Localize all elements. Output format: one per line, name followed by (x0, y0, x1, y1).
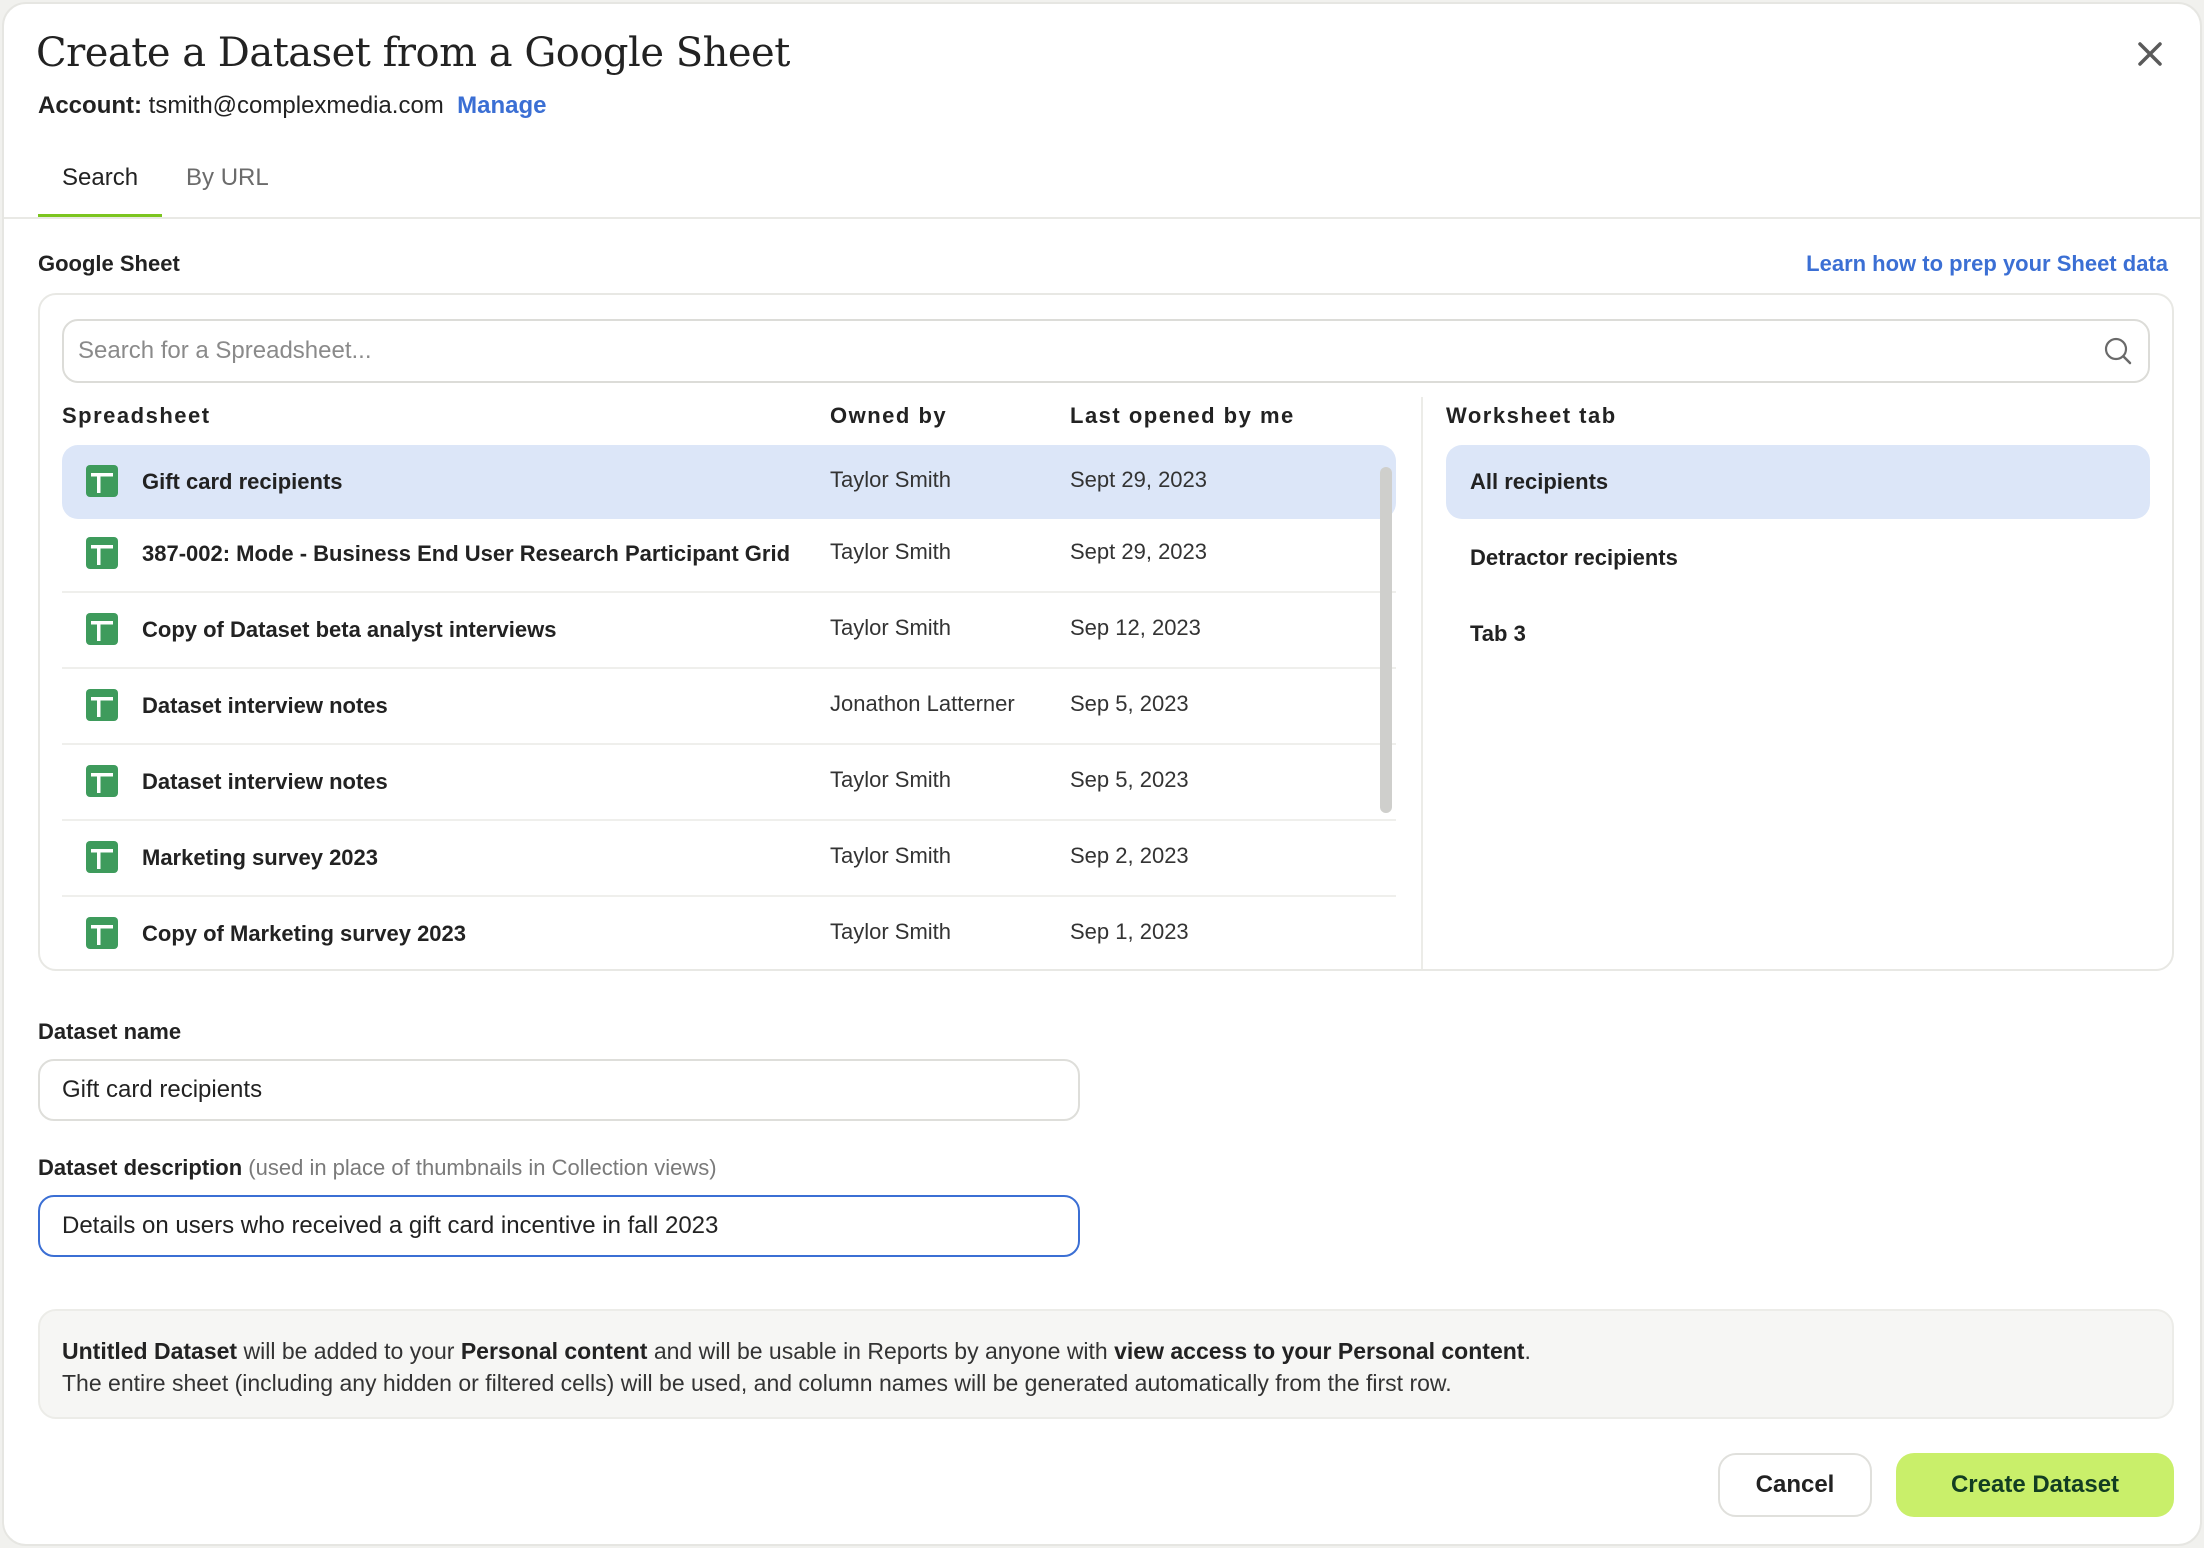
spreadsheet-last-opened: Sep 1, 2023 (1070, 919, 1189, 944)
column-header-worksheet-tab: Worksheet tab (1446, 403, 1617, 428)
spreadsheet-name: Copy of Marketing survey 2023 (142, 921, 467, 946)
dataset-description-input[interactable] (40, 1197, 1078, 1255)
description-label-text: Dataset description (38, 1155, 243, 1180)
spreadsheet-row[interactable]: Copy of Dataset beta analyst interviews T… (62, 593, 1396, 669)
info-emphasis: Untitled Dataset (62, 1338, 238, 1364)
spreadsheet-list-scrollbar[interactable] (1380, 467, 1392, 813)
dataset-name-field[interactable] (38, 1059, 1080, 1121)
spreadsheet-row[interactable]: Dataset interview notes Taylor Smith Sep 5… (62, 745, 1396, 821)
spreadsheet-last-opened: Sep 5, 2023 (1070, 767, 1189, 792)
column-header-spreadsheet: Spreadsheet (62, 403, 211, 428)
google-sheet-label: Google Sheet (38, 251, 180, 276)
spreadsheet-row[interactable]: Copy of Marketing survey 2023 Taylor Smit… (62, 897, 1396, 969)
spreadsheet-owner: Jonathon Latterner (830, 691, 1015, 716)
tab-by-url[interactable]: By URL (162, 154, 293, 218)
google-sheets-icon (86, 613, 118, 645)
spreadsheet-last-opened: Sep 2, 2023 (1070, 843, 1189, 868)
spreadsheet-last-opened: Sep 12, 2023 (1070, 615, 1201, 640)
close-icon (2138, 42, 2162, 66)
spreadsheet-row[interactable]: Gift card recipients Taylor Smith Sept 29,… (62, 445, 1396, 519)
dataset-name-input[interactable] (40, 1061, 1078, 1119)
info-text: and will be usable in Reports by anyone … (647, 1338, 1115, 1364)
cancel-button[interactable]: Cancel (1718, 1453, 1872, 1517)
search-icon[interactable] (2102, 335, 2134, 367)
column-header-owned-by: Owned by (830, 403, 948, 428)
google-sheets-icon (86, 765, 118, 797)
worksheet-tab-item[interactable]: All recipients (1446, 445, 2150, 519)
info-text: . (1524, 1338, 1531, 1364)
tab-bar: Search By URL (38, 154, 293, 218)
spreadsheet-owner: Taylor Smith (830, 539, 952, 564)
spreadsheet-owner: Taylor Smith (830, 615, 952, 640)
spreadsheet-name: Dataset interview notes (142, 769, 388, 794)
column-header-last-opened: Last opened by me (1070, 403, 1295, 428)
learn-prep-link[interactable]: Learn how to prep your Sheet data (1806, 251, 2168, 277)
tab-search[interactable]: Search (38, 154, 163, 218)
dataset-name-label: Dataset name (38, 1019, 182, 1044)
worksheet-tab-label: Detractor recipients (1470, 545, 1678, 570)
spreadsheet-name: Dataset interview notes (142, 693, 388, 718)
google-sheets-icon (86, 917, 118, 949)
google-sheets-icon (86, 465, 118, 497)
google-sheets-icon (86, 841, 118, 873)
spreadsheet-name: Gift card recipients (142, 469, 343, 494)
spreadsheet-owner: Taylor Smith (830, 919, 952, 944)
spreadsheet-list: Gift card recipients Taylor Smith Sept 29,… (62, 445, 1396, 969)
spreadsheet-last-opened: Sep 5, 2023 (1070, 691, 1189, 716)
spreadsheet-owner: Taylor Smith (830, 467, 952, 492)
google-sheets-icon (86, 689, 118, 721)
create-dataset-button[interactable]: Create Dataset (1896, 1453, 2174, 1517)
column-divider (1421, 397, 1423, 969)
spreadsheet-name: 387-002: Mode - Business End User Resear… (142, 541, 791, 566)
info-text: will be added to your (237, 1338, 461, 1364)
create-dataset-dialog: Create a Dataset from a Google Sheet Acc… (2, 2, 2202, 1546)
spreadsheet-name: Marketing survey 2023 (142, 845, 379, 870)
description-hint: (used in place of thumbnails in Collecti… (248, 1155, 717, 1180)
tab-divider (4, 217, 2200, 219)
dataset-description-field[interactable] (38, 1195, 1080, 1257)
worksheet-tab-label: All recipients (1470, 469, 1609, 494)
info-line-1: Untitled Dataset will be added to your P… (62, 1335, 2150, 1367)
account-email: tsmith@complexmedia.com (148, 92, 444, 119)
spreadsheet-row[interactable]: Dataset interview notes Jonathon Latterne… (62, 669, 1396, 745)
spreadsheet-row[interactable]: Marketing survey 2023 Taylor Smith Sep 2, … (62, 821, 1396, 897)
spreadsheet-last-opened: Sept 29, 2023 (1070, 467, 1208, 492)
account-label: Account: (38, 92, 142, 119)
manage-link[interactable]: Manage (457, 92, 546, 119)
spreadsheet-last-opened: Sept 29, 2023 (1070, 539, 1208, 564)
sheet-picker-panel: Spreadsheet Owned by Last opened by me W… (38, 293, 2174, 971)
dataset-description-label: Dataset description (used in place of th… (38, 1155, 717, 1181)
spreadsheet-row[interactable]: 387-002: Mode - Business End User Resear… (62, 517, 1396, 593)
worksheet-tab-item[interactable]: Detractor recipients (1446, 521, 2150, 595)
spreadsheet-search[interactable] (62, 319, 2150, 383)
close-button[interactable] (2130, 34, 2170, 74)
worksheet-tab-item[interactable]: Tab 3 (1446, 597, 2150, 671)
spreadsheet-name: Copy of Dataset beta analyst interviews (142, 617, 557, 642)
google-sheets-icon (86, 537, 118, 569)
spreadsheet-search-input[interactable] (64, 321, 2064, 381)
dialog-title: Create a Dataset from a Google Sheet (36, 30, 790, 76)
spreadsheet-owner: Taylor Smith (830, 767, 952, 792)
spreadsheet-owner: Taylor Smith (830, 843, 952, 868)
account-line: Account: tsmith@complexmedia.com Manage (38, 92, 547, 120)
info-line-2: The entire sheet (including any hidden o… (62, 1370, 1452, 1396)
info-emphasis: Personal content (460, 1338, 648, 1364)
worksheet-tab-label: Tab 3 (1470, 621, 1526, 646)
info-notice: Untitled Dataset will be added to your P… (38, 1309, 2174, 1419)
info-emphasis: view access to your Personal content (1114, 1338, 1525, 1364)
